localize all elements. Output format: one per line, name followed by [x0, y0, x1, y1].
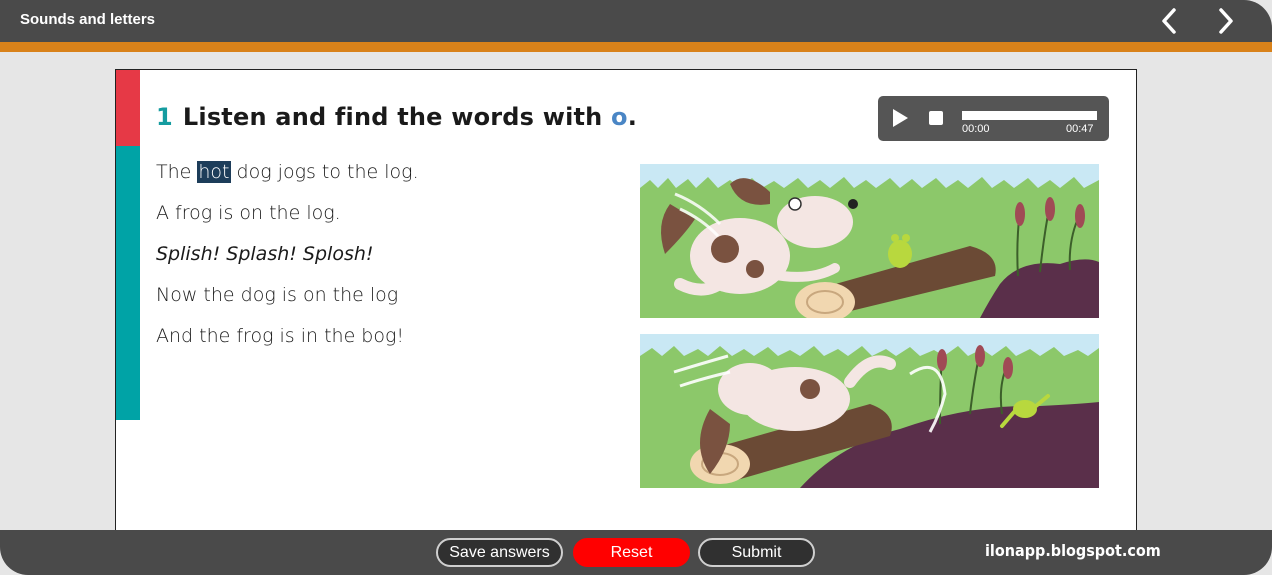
audio-progress-bar[interactable] — [962, 111, 1097, 120]
illustration-dog-running — [640, 164, 1099, 318]
accent-bar-teal — [116, 146, 140, 420]
top-bar: Sounds and letters — [0, 0, 1272, 42]
poem-text-segment: The — [156, 161, 198, 183]
poem-line: And the frog is in the bog! — [156, 325, 405, 347]
prev-button[interactable] — [1152, 5, 1186, 37]
submit-button[interactable]: Submit — [698, 538, 815, 567]
accent-bar-red — [116, 70, 140, 146]
poem-line: Now the dog is on the log — [156, 284, 399, 306]
poem-line: The hot dog jogs to the log. — [156, 160, 419, 201]
chevron-right-icon — [1219, 8, 1233, 34]
exercise-instruction: Listen and find the words with — [182, 103, 603, 131]
exercise-card: 1 Listen and find the words with o. 00:00… — [115, 69, 1137, 539]
exercise-number: 1 — [156, 103, 173, 131]
poem-line: Splish! Splash! Splosh! — [156, 243, 374, 265]
app-title: Sounds and letters — [20, 11, 156, 28]
save-answers-button[interactable]: Save answers — [436, 538, 563, 567]
instruction-end: . — [627, 103, 638, 131]
play-icon — [893, 109, 908, 127]
highlighted-word[interactable]: hot — [197, 161, 231, 183]
poem-text: The hot dog jogs to the log. A frog is o… — [156, 160, 419, 365]
chevron-left-icon — [1162, 8, 1176, 34]
audio-player: 00:00 00:47 — [878, 96, 1109, 141]
exercise-heading: 1 Listen and find the words with o. — [156, 103, 637, 131]
poem-line: A frog is on the log. — [156, 202, 341, 224]
watermark: ilonapp.blogspot.com — [985, 541, 1161, 560]
target-letter: o — [611, 103, 628, 131]
bottom-bar: Save answers Reset Submit ilonapp.blogsp… — [0, 530, 1272, 575]
next-button[interactable] — [1209, 5, 1243, 37]
poem-text-segment: dog jogs to the log. — [230, 161, 419, 183]
play-button[interactable] — [890, 108, 910, 128]
illustration-frog-in-bog — [640, 334, 1099, 488]
stop-button[interactable] — [929, 111, 943, 125]
audio-current-time: 00:00 — [962, 123, 990, 135]
audio-total-time: 00:47 — [1066, 123, 1094, 135]
header-accent-strip — [0, 42, 1272, 52]
reset-button[interactable]: Reset — [573, 538, 690, 567]
